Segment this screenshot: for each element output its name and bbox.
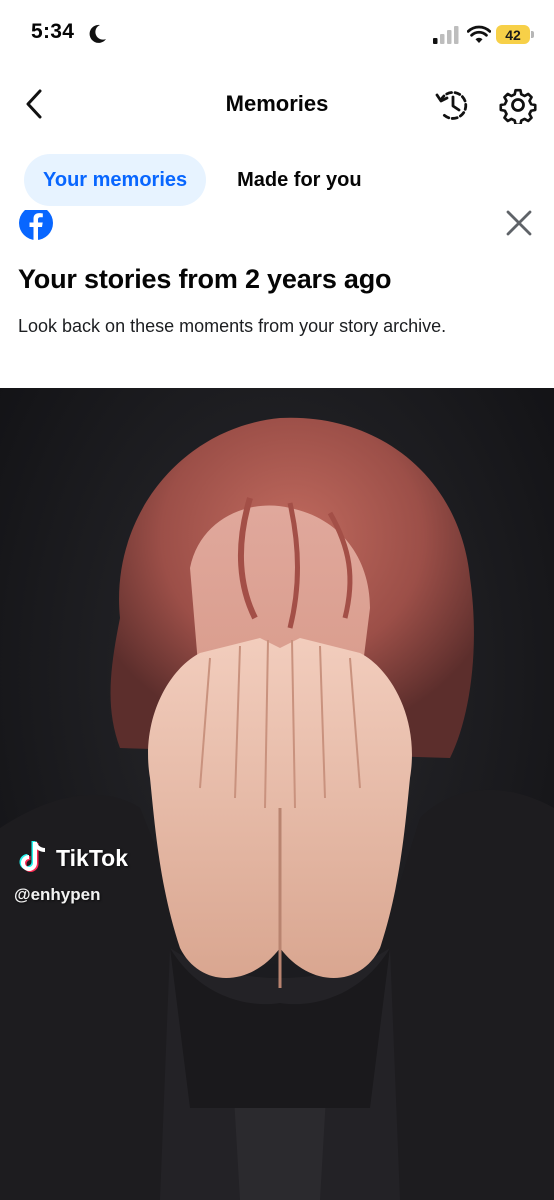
story-image[interactable]: TikTok @enhypen: [0, 388, 554, 1200]
battery-tip: [531, 31, 534, 38]
status-bar: 5:34 42: [0, 0, 554, 70]
tab-made-for-you[interactable]: Made for you: [218, 154, 380, 206]
status-time: 5:34: [31, 20, 75, 43]
tiktok-watermark: TikTok: [56, 845, 128, 871]
memories-screen: 5:34 42 Memories Your memories Made for …: [0, 0, 554, 1200]
close-icon[interactable]: [505, 209, 533, 237]
tiktok-logo-icon: [19, 841, 46, 872]
facebook-logo-icon: [19, 210, 53, 240]
history-icon[interactable]: [434, 86, 472, 124]
wifi-icon: [467, 25, 491, 43]
tab-your-memories[interactable]: Your memories: [24, 154, 207, 206]
memory-card-title: Your stories from 2 years ago: [18, 264, 392, 294]
story-photo: [0, 388, 554, 1200]
battery-level: 42: [505, 26, 521, 43]
header: Memories: [0, 70, 554, 140]
gear-icon[interactable]: [499, 86, 537, 124]
signal-icon: [433, 26, 459, 44]
moon-icon: [89, 24, 106, 43]
memory-card-description: Look back on these moments from your sto…: [18, 316, 447, 336]
memories-tabs: Your memories Made for you: [24, 154, 381, 206]
battery-icon: 42: [496, 25, 530, 44]
tiktok-handle: @enhypen: [14, 885, 101, 904]
